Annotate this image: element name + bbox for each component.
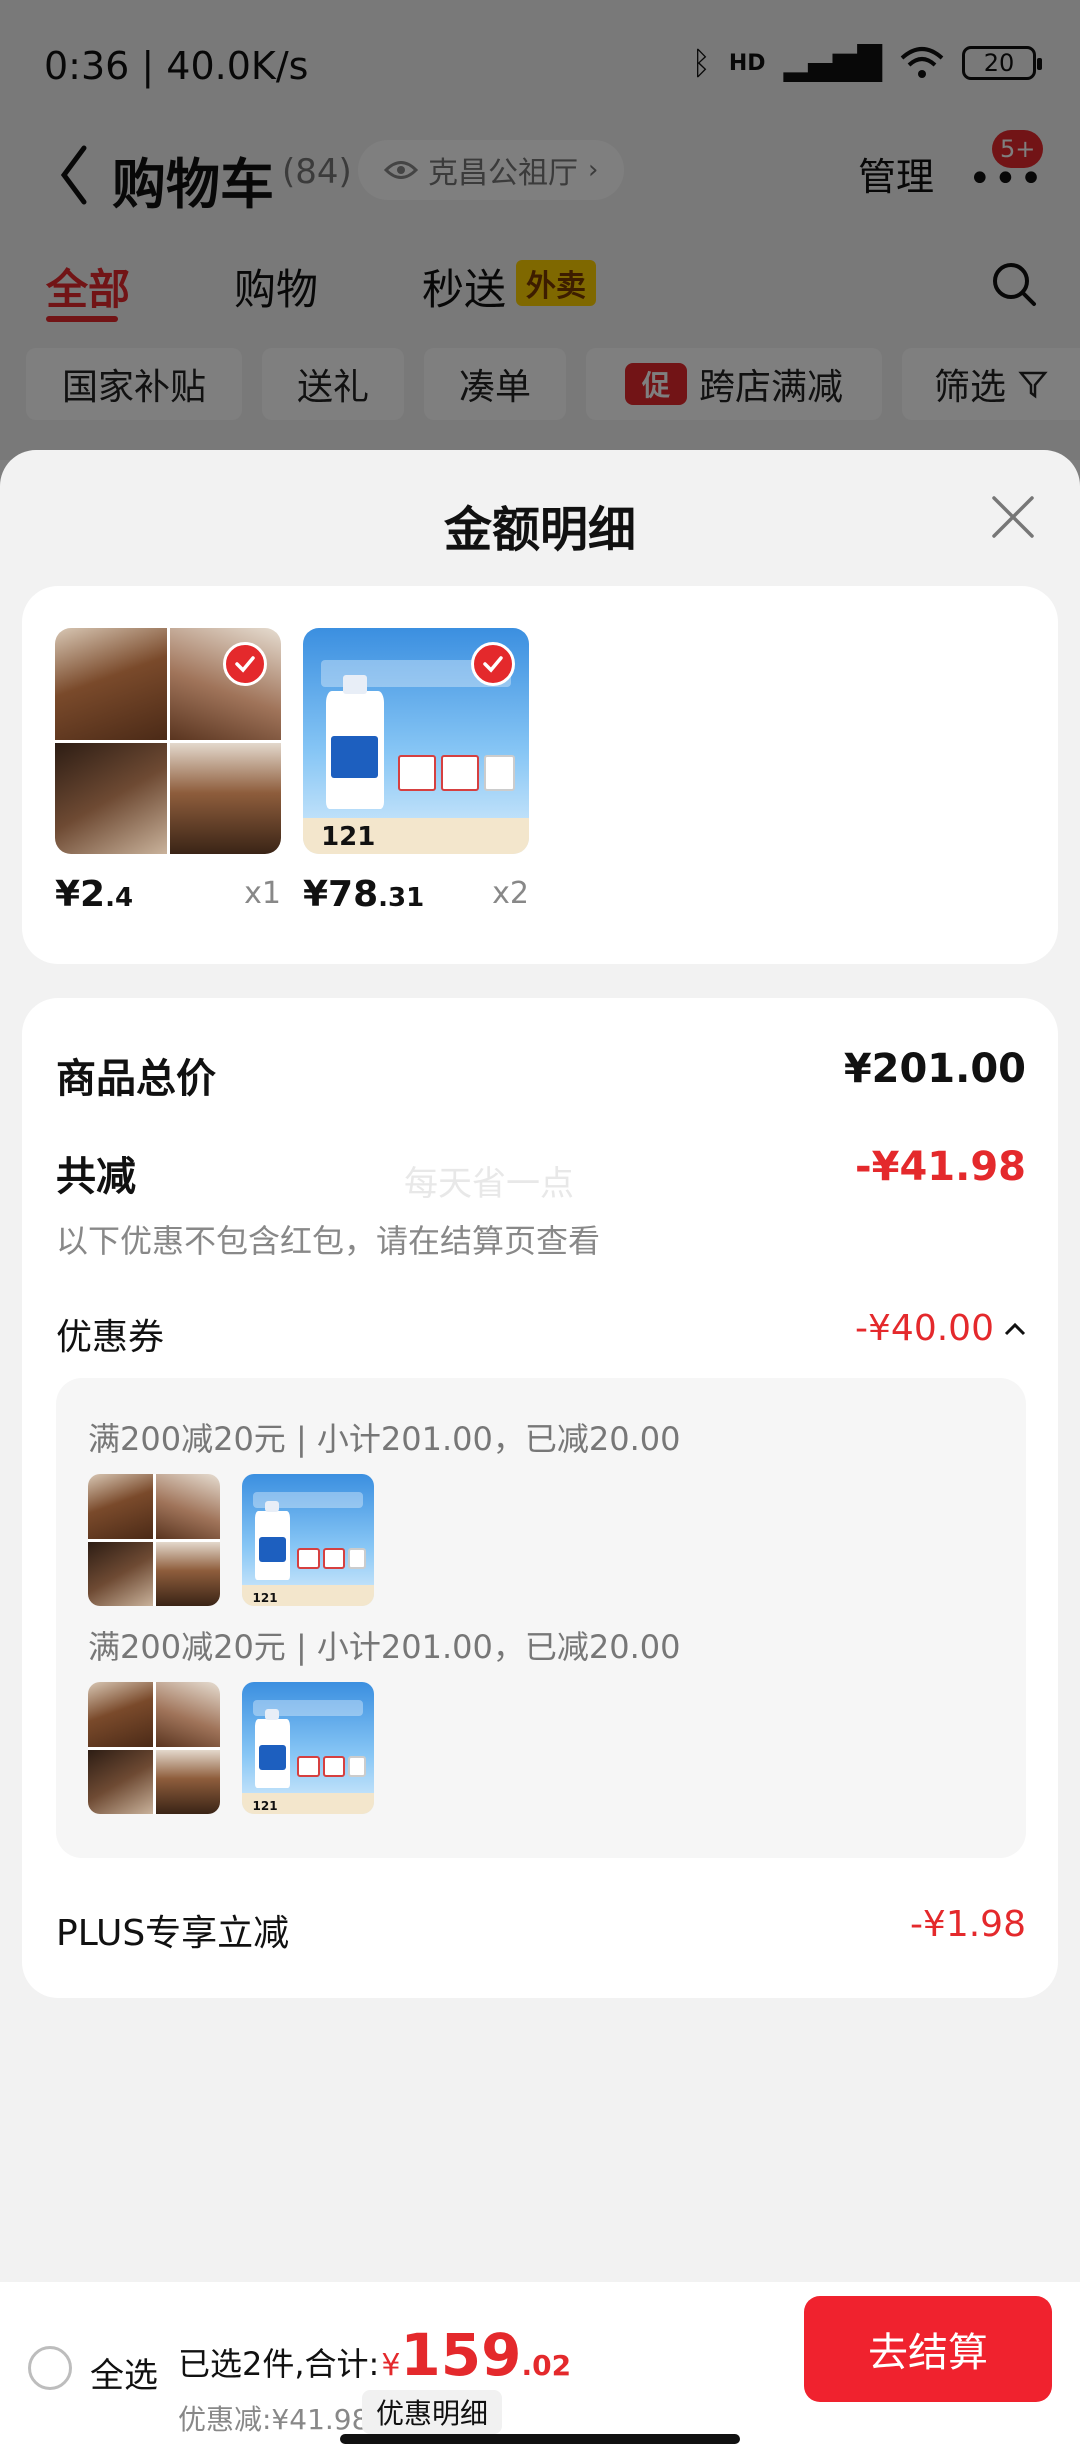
product-thumbnail xyxy=(88,1474,220,1606)
currency-symbol: ¥ xyxy=(381,2348,401,2383)
chevron-up-icon xyxy=(1004,1322,1026,1335)
price-decimal: .31 xyxy=(378,883,425,913)
image-price-label: 121 xyxy=(252,1798,278,1813)
selected-products-card: ¥2.4 x1 121 ¥78.31 x2 xyxy=(22,586,1058,964)
check-icon xyxy=(223,642,267,686)
selected-total: 已选2件,合计: ¥ 159 .02 xyxy=(178,2326,571,2385)
reduction-label: 共减 xyxy=(56,1154,136,1200)
image-price-label: 121 xyxy=(252,1590,278,1605)
total-price-value: ¥201.00 xyxy=(843,1046,1026,1092)
price-summary-card: 商品总价 ¥201.00 共减 每天省一点 -¥41.98 以下优惠不包含红包，… xyxy=(22,998,1058,1998)
select-all-checkbox[interactable] xyxy=(28,2346,72,2390)
watermark-text: 每天省一点 xyxy=(404,1164,574,1204)
product-item[interactable]: 121 ¥78.31 x2 xyxy=(303,628,529,915)
price-integer: ¥2 xyxy=(55,874,106,915)
product-price: ¥2.4 xyxy=(55,874,133,915)
check-icon xyxy=(471,642,515,686)
product-image xyxy=(55,628,281,854)
coupon-label[interactable]: 优惠券 xyxy=(56,1308,164,1360)
checkout-button[interactable]: 去结算 xyxy=(804,2296,1052,2402)
sheet-title: 金额明细 xyxy=(443,502,636,558)
coupon-products: 121 xyxy=(88,1474,374,1606)
price-decimal: .4 xyxy=(105,883,134,913)
product-quantity: x1 xyxy=(244,876,281,911)
product-price: ¥78.31 xyxy=(303,874,424,915)
plus-discount-label: PLUS专享立减 xyxy=(56,1913,290,1954)
modal-overlay[interactable] xyxy=(0,0,1080,460)
coupon-line: 满200减20元 | 小计201.00，已减20.00 xyxy=(88,1628,681,1666)
coupon-toggle[interactable]: -¥40.00 xyxy=(855,1308,1026,1349)
product-quantity: x2 xyxy=(492,876,529,911)
total-decimal: .02 xyxy=(521,2349,572,2382)
product-item[interactable]: ¥2.4 x1 xyxy=(55,628,281,915)
home-indicator xyxy=(340,2434,740,2444)
select-all-label[interactable]: 全选 xyxy=(90,2348,158,2397)
price-detail-sheet: 金额明细 ¥2.4 x1 121 ¥78.31 x2 商品总价 ¥201.00 … xyxy=(0,450,1080,2460)
product-image: 121 xyxy=(303,628,529,854)
price-integer: ¥78 xyxy=(303,874,379,915)
coupon-detail-box: 满200减20元 | 小计201.00，已减20.00 121 满200减20元… xyxy=(56,1378,1026,1858)
coupon-products: 121 xyxy=(88,1682,374,1814)
reduction-value: -¥41.98 xyxy=(855,1144,1026,1190)
total-integer: 159 xyxy=(400,2321,522,2389)
discount-summary: 优惠减:¥41.98 xyxy=(178,2403,370,2436)
coupon-value: -¥40.00 xyxy=(855,1308,994,1349)
selected-count-text: 已选2件,合计: xyxy=(178,2345,380,2383)
close-icon[interactable] xyxy=(988,492,1038,542)
image-price-label: 121 xyxy=(321,821,376,852)
total-price-label: 商品总价 xyxy=(56,1056,216,1102)
product-thumbnail: 121 xyxy=(242,1474,374,1606)
product-thumbnail xyxy=(88,1682,220,1814)
coupon-line: 满200减20元 | 小计201.00，已减20.00 xyxy=(88,1420,681,1458)
plus-discount-value: -¥1.98 xyxy=(909,1904,1026,1945)
reduction-note: 以下优惠不包含红包，请在结算页查看 xyxy=(56,1222,601,1260)
discount-detail-button[interactable]: 优惠明细 xyxy=(362,2390,503,2434)
product-thumbnail: 121 xyxy=(242,1682,374,1814)
